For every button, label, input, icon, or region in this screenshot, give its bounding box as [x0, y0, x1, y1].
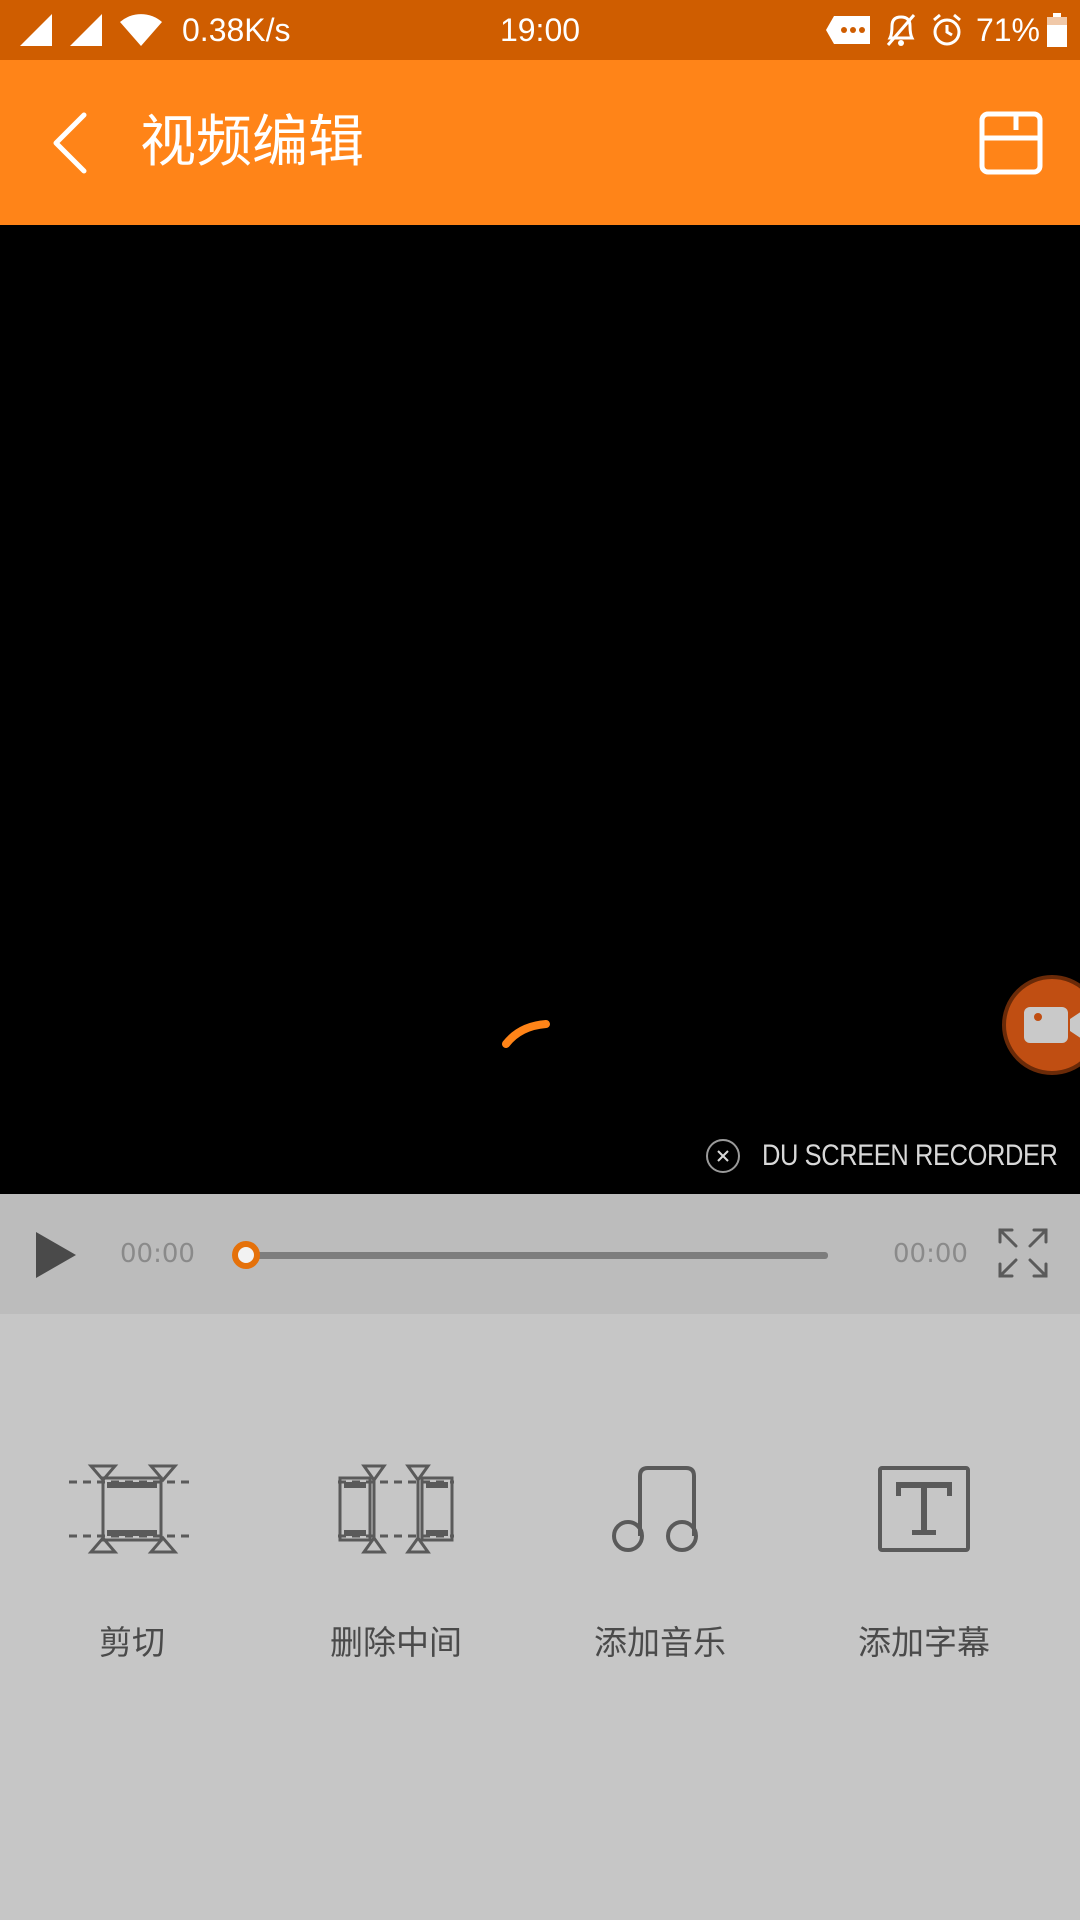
tool-label: 添加字幕: [858, 1623, 990, 1662]
delete-middle-icon: [338, 1464, 454, 1554]
chevron-left-icon: [53, 112, 87, 174]
current-time: 00:00: [120, 1239, 195, 1269]
seek-thumb[interactable]: [232, 1241, 260, 1269]
save-button[interactable]: [978, 110, 1044, 176]
battery-percent: 71%: [975, 11, 1040, 48]
play-button[interactable]: [34, 1230, 84, 1280]
player-controls: 00:00 00:00: [0, 1194, 1080, 1314]
save-icon: [979, 111, 1043, 175]
page-title: 视频编辑: [140, 110, 364, 175]
close-icon[interactable]: [706, 1139, 740, 1173]
app-toolbar: 视频编辑: [0, 60, 1080, 225]
video-preview[interactable]: [0, 225, 1080, 1194]
fullscreen-button[interactable]: [996, 1226, 1050, 1280]
music-note-icon: [612, 1466, 698, 1552]
tool-delete-middle[interactable]: 删除中间: [296, 1444, 496, 1674]
tool-add-music[interactable]: 添加音乐: [560, 1444, 760, 1674]
tool-trim[interactable]: 剪切: [32, 1444, 232, 1674]
tool-label: 添加音乐: [594, 1623, 726, 1662]
trim-icon: [69, 1464, 195, 1554]
recorder-watermark: DU SCREEN RECORDER: [706, 1136, 1062, 1176]
seek-bar[interactable]: [246, 1252, 828, 1259]
battery-icon: [1047, 13, 1067, 47]
alarm-icon: [932, 13, 961, 46]
tool-label: 剪切: [99, 1623, 165, 1662]
status-bar: 0.38K/s 19:00 71%: [0, 0, 1080, 60]
loading-spinner: [502, 1020, 550, 1048]
bell-off-icon: [886, 14, 916, 46]
edit-tools-panel: 剪切 删除中间 添加音乐 添加字幕: [0, 1314, 1080, 1920]
watermark-label: DU SCREEN RECORDER: [762, 1139, 1058, 1172]
play-icon: [36, 1232, 76, 1278]
back-button[interactable]: [40, 108, 100, 178]
total-time: 00:00: [893, 1239, 968, 1269]
text-icon: [878, 1466, 970, 1552]
fullscreen-icon: [998, 1228, 1048, 1278]
tool-label: 删除中间: [330, 1623, 462, 1662]
tool-add-subtitle[interactable]: 添加字幕: [824, 1444, 1024, 1674]
video-camera-icon: [1024, 1007, 1080, 1043]
message-icon: [825, 16, 870, 44]
